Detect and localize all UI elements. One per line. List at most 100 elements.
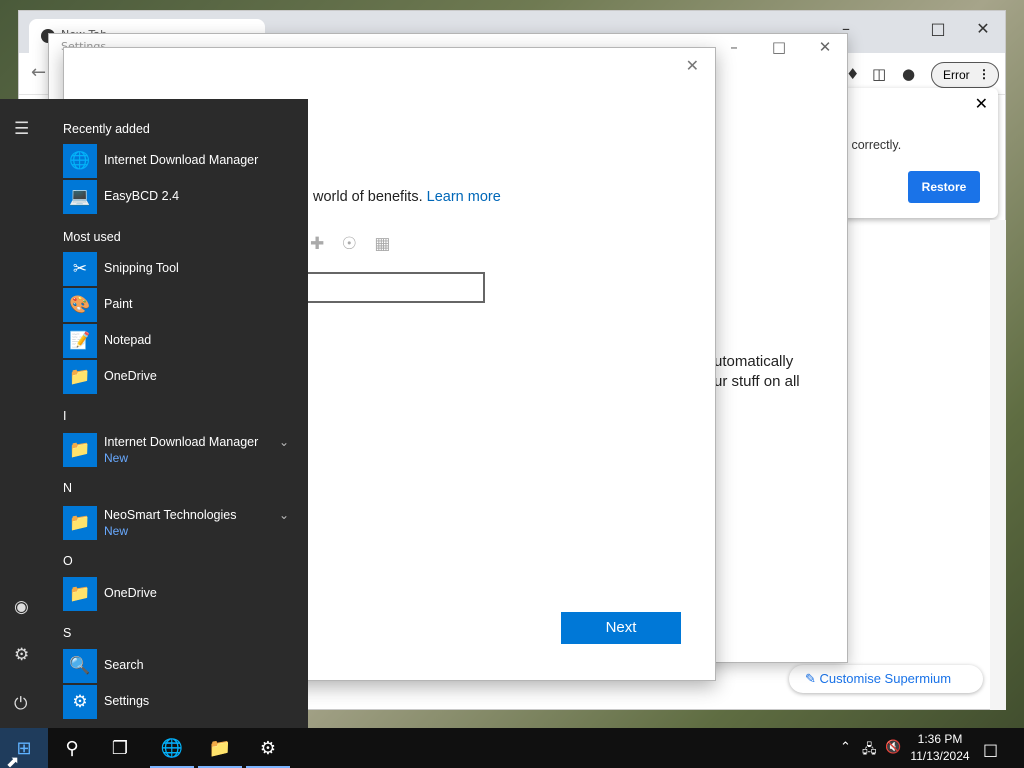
mouse-cursor-icon: ⬈ <box>6 752 20 768</box>
user-account-icon[interactable]: ◉ <box>14 597 29 617</box>
extension-icon[interactable]: ♦ <box>846 65 859 83</box>
cortana-icon: ☉ <box>341 234 357 254</box>
app-name: Search <box>104 658 144 672</box>
settings-body-line: ur stuff on all <box>714 373 800 390</box>
task-view-button[interactable]: ❐ <box>96 728 144 768</box>
letter-heading-s[interactable]: S <box>63 626 71 640</box>
app-easybcd[interactable]: 💻 EasyBCD 2.4 <box>63 180 303 214</box>
clock-date: 11/13/2024 <box>910 749 970 763</box>
app-name: Internet Download Manager <box>104 435 259 449</box>
app-settings[interactable]: ⚙ Settings <box>63 685 303 719</box>
chevron-down-icon: ⌄ <box>278 508 289 522</box>
app-search[interactable]: 🔍 Search <box>63 649 303 683</box>
folder-internet-download-manager[interactable]: 📁 Internet Download Manager New ⌄ <box>63 433 303 467</box>
app-snipping-tool[interactable]: ✂ Snipping Tool <box>63 252 303 286</box>
onedrive-folder-icon: 📁 <box>63 360 97 394</box>
app-onedrive-list[interactable]: 📁 OneDrive <box>63 577 303 611</box>
folder-icon: 📁 <box>63 433 97 467</box>
browser-maximize-button[interactable]: □ <box>923 19 953 38</box>
power-icon[interactable]: ⏻ <box>14 694 27 714</box>
search-icon: ⚲ <box>65 737 79 759</box>
browser-close-button[interactable]: ✕ <box>968 19 998 38</box>
taskbar-settings[interactable]: ⚙ <box>244 728 292 768</box>
bing-icon: ✚ <box>310 234 325 254</box>
benefits-text: world of benefits. Learn more <box>313 189 501 205</box>
app-name: Paint <box>104 297 133 311</box>
recently-added-heading: Recently added <box>63 122 150 136</box>
close-icon[interactable]: ✕ <box>975 94 988 113</box>
folder-neosmart-technologies[interactable]: 📁 NeoSmart Technologies New ⌄ <box>63 506 303 540</box>
settings-close-button[interactable]: ✕ <box>810 38 840 56</box>
clock[interactable]: 1:36 PM 11/13/2024 <box>904 731 976 765</box>
settings-gear-icon[interactable]: ⚙ <box>14 645 29 665</box>
browser-globe-icon: 🌐 <box>160 737 184 759</box>
palette-icon: 🎨 <box>63 288 97 322</box>
profile-avatar-icon[interactable]: ● <box>902 65 915 83</box>
gear-icon: ⚙ <box>259 737 277 759</box>
hamburger-menu-icon[interactable]: ☰ <box>14 119 29 139</box>
app-paint[interactable]: 🎨 Paint <box>63 288 303 322</box>
start-menu: ☰ ◉ ⚙ ⏻ Recently added 🌐 Internet Downlo… <box>0 99 308 728</box>
chevron-down-icon: ⌄ <box>278 435 289 449</box>
settings-body-text: utomatically ur stuff on all <box>714 352 800 392</box>
app-name: Snipping Tool <box>104 261 179 275</box>
idm-globe-icon: 🌐 <box>63 144 97 178</box>
notification-center-icon[interactable]: □ <box>983 740 998 759</box>
settings-body-line: utomatically <box>714 353 794 370</box>
network-icon[interactable]: 🖧 <box>862 740 877 762</box>
most-used-heading: Most used <box>63 230 121 244</box>
notepad-icon: 📝 <box>63 324 97 358</box>
new-badge: New <box>104 524 129 538</box>
taskbar-search-button[interactable]: ⚲ <box>48 728 96 768</box>
dialog-close-button[interactable]: ✕ <box>686 56 699 75</box>
scissors-icon: ✂ <box>63 252 97 286</box>
start-rail: ☰ ◉ ⚙ ⏻ <box>0 99 48 728</box>
letter-heading-o[interactable]: O <box>63 554 73 568</box>
pencil-icon: ✎ <box>805 671 816 686</box>
customise-button[interactable]: ✎ Customise Supermium <box>789 665 983 693</box>
restore-pages-popup: ✕ wn correctly. Restore <box>830 88 998 218</box>
browser-scrollbar[interactable] <box>990 220 1006 710</box>
error-label: Error <box>943 68 970 82</box>
next-button[interactable]: Next <box>561 612 681 644</box>
app-name: Notepad <box>104 333 152 347</box>
app-notepad[interactable]: 📝 Notepad <box>63 324 303 358</box>
folder-icon: 📁 <box>63 506 97 540</box>
speaker-muted-icon[interactable]: 🔇 <box>885 740 901 755</box>
app-onedrive[interactable]: 📁 OneDrive <box>63 360 303 394</box>
settings-minimize-button[interactable]: – <box>719 38 749 56</box>
clock-time: 1:36 PM <box>917 732 963 746</box>
benefits-label: world of benefits. <box>313 189 423 205</box>
taskbar-file-explorer[interactable]: 📁 <box>196 728 244 768</box>
easybcd-icon: 💻 <box>63 180 97 214</box>
restore-button[interactable]: Restore <box>908 171 980 203</box>
letter-heading-i[interactable]: I <box>63 409 66 423</box>
new-badge: New <box>104 451 129 465</box>
letter-heading-n[interactable]: N <box>63 481 72 495</box>
app-name: Internet Download Manager <box>104 153 259 167</box>
gear-icon: ⚙ <box>63 685 97 719</box>
learn-more-link[interactable]: Learn more <box>427 189 501 205</box>
taskbar: ⊞ ⚲ ❐ 🌐 📁 ⚙ ⌃ 🖧 🔇 1:36 PM 11/13/2024 □ <box>0 728 1024 768</box>
settings-maximize-button[interactable]: □ <box>764 38 794 56</box>
email-input[interactable] <box>300 272 485 303</box>
app-name: Settings <box>104 694 150 708</box>
app-internet-download-manager[interactable]: 🌐 Internet Download Manager <box>63 144 303 178</box>
customise-label: Customise Supermium <box>819 671 952 686</box>
app-name: OneDrive <box>104 586 157 600</box>
show-hidden-icons-chevron-up-icon[interactable]: ⌃ <box>840 740 851 755</box>
task-view-icon: ❐ <box>111 737 129 759</box>
app-name: NeoSmart Technologies <box>104 508 237 522</box>
taskbar-browser[interactable]: 🌐 <box>148 728 196 768</box>
service-icons: ✚ ☉ ▦ <box>310 234 402 254</box>
menu-kebab-icon: ⋮ <box>978 67 990 81</box>
onedrive-folder-icon: 📁 <box>63 577 97 611</box>
error-profile-button[interactable]: Error ⋮ <box>931 62 999 88</box>
folder-icon: 📁 <box>208 737 232 759</box>
app-name: OneDrive <box>104 369 157 383</box>
search-icon: 🔍 <box>63 649 97 683</box>
back-arrow-icon[interactable]: ← <box>31 62 46 83</box>
store-bag-icon: ▦ <box>374 234 391 254</box>
side-panel-icon[interactable]: ◫ <box>872 65 886 83</box>
app-name: EasyBCD 2.4 <box>104 189 180 203</box>
